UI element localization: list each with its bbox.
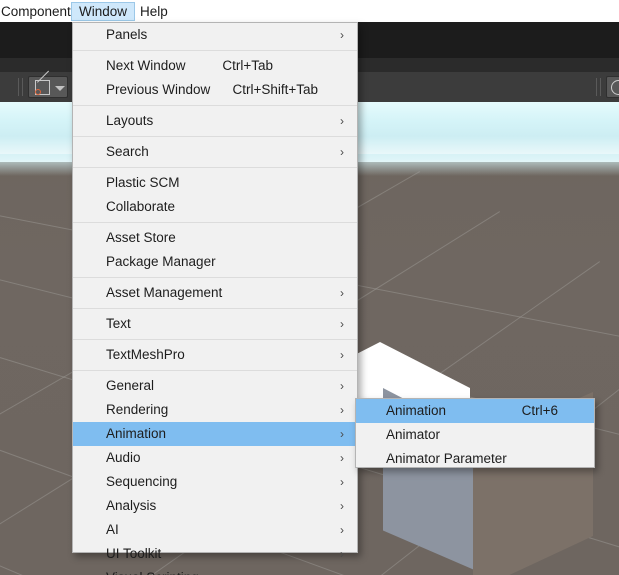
chevron-right-icon: ›	[340, 475, 344, 489]
menu-item-label: Search	[106, 144, 149, 159]
menu-item-label: Analysis	[106, 498, 157, 513]
chevron-right-icon: ›	[340, 523, 344, 537]
chevron-right-icon: ›	[340, 499, 344, 513]
menu-separator	[73, 308, 357, 309]
menu-separator	[73, 370, 357, 371]
submenu-item-animator[interactable]: Animator	[356, 423, 594, 447]
menu-separator	[73, 50, 357, 51]
toolbar-separator-left-2	[22, 78, 23, 96]
menu-item-label: Animator Parameter	[386, 451, 507, 466]
menu-item-label: Asset Store	[106, 230, 176, 245]
menu-item-layouts[interactable]: Layouts ›	[73, 109, 357, 133]
menu-item-shortcut: Ctrl+6	[521, 403, 558, 418]
menu-item-sequencing[interactable]: Sequencing ›	[73, 470, 357, 494]
menu-separator	[73, 339, 357, 340]
menu-item-shortcut: Ctrl+Tab	[222, 58, 273, 73]
menu-item-label: Next Window	[106, 58, 186, 73]
menu-separator	[73, 105, 357, 106]
menubar-item-component[interactable]: Component	[0, 2, 78, 21]
menu-item-label: Rendering	[106, 402, 169, 417]
menu-item-animation[interactable]: Animation ›	[73, 422, 357, 446]
window-dropdown-menu[interactable]: Panels › Next Window Ctrl+Tab Previous W…	[72, 22, 358, 575]
menu-item-visual-scripting[interactable]: Visual Scripting ›	[73, 566, 357, 575]
menubar-item-window[interactable]: Window	[71, 2, 136, 21]
toolbar-separator-left	[18, 78, 19, 96]
menu-item-label: Sequencing	[106, 474, 178, 489]
menu-item-label: General	[106, 378, 155, 393]
menu-item-label: TextMeshPro	[106, 347, 185, 362]
chevron-right-icon: ›	[340, 286, 344, 300]
submenu-item-animator-parameter[interactable]: Animator Parameter	[356, 447, 594, 471]
menu-item-ai[interactable]: AI ›	[73, 518, 357, 542]
menu-bar: Component Window Help	[0, 0, 619, 22]
menu-item-label: Panels	[106, 27, 148, 42]
chevron-right-icon: ›	[340, 28, 344, 42]
menu-item-text[interactable]: Text ›	[73, 312, 357, 336]
toolbar-separator-right-2	[600, 78, 601, 96]
menu-item-next-window[interactable]: Next Window Ctrl+Tab	[73, 54, 357, 78]
menu-item-analysis[interactable]: Analysis ›	[73, 494, 357, 518]
menu-item-label: Layouts	[106, 113, 154, 128]
menu-item-label: Plastic SCM	[106, 175, 180, 190]
pivot-mode-button[interactable]	[28, 76, 68, 98]
chevron-right-icon: ›	[340, 379, 344, 393]
animation-submenu[interactable]: Animation Ctrl+6 Animator Animator Param…	[355, 398, 595, 468]
menu-item-label: Collaborate	[106, 199, 176, 214]
chevron-down-icon[interactable]	[55, 86, 65, 91]
circle-icon	[611, 80, 619, 95]
chevron-right-icon: ›	[340, 547, 344, 561]
menu-item-search[interactable]: Search ›	[73, 140, 357, 164]
menu-item-shortcut: Ctrl+Shift+Tab	[232, 82, 318, 97]
menu-item-plastic-scm[interactable]: Plastic SCM	[73, 171, 357, 195]
menu-item-collaborate[interactable]: Collaborate	[73, 195, 357, 219]
unity-editor-window: CSDN @纯纯的小白 Component Window Help Panels…	[0, 0, 619, 575]
chevron-right-icon: ›	[340, 348, 344, 362]
menu-item-label: Previous Window	[106, 82, 211, 97]
menu-item-general[interactable]: General ›	[73, 374, 357, 398]
chevron-right-icon: ›	[340, 451, 344, 465]
menu-item-label: Animation	[386, 403, 447, 418]
menu-item-audio[interactable]: Audio ›	[73, 446, 357, 470]
menu-item-textmeshpro[interactable]: TextMeshPro ›	[73, 343, 357, 367]
menu-item-asset-store[interactable]: Asset Store	[73, 226, 357, 250]
submenu-item-animation[interactable]: Animation Ctrl+6	[356, 399, 594, 423]
chevron-right-icon: ›	[340, 145, 344, 159]
menu-item-label: AI	[106, 522, 119, 537]
menu-item-label: Package Manager	[106, 254, 216, 269]
toolbar-separator-right	[596, 78, 597, 96]
chevron-right-icon: ›	[340, 114, 344, 128]
menu-item-ui-toolkit[interactable]: UI Toolkit ›	[73, 542, 357, 566]
menu-item-asset-management[interactable]: Asset Management ›	[73, 281, 357, 305]
menu-item-label: Asset Management	[106, 285, 223, 300]
menu-separator	[73, 167, 357, 168]
menu-item-label: Animator	[386, 427, 441, 442]
menubar-item-help[interactable]: Help	[133, 2, 175, 21]
menu-separator	[73, 222, 357, 223]
chevron-right-icon: ›	[340, 427, 344, 441]
menu-item-label: Audio	[106, 450, 141, 465]
menu-item-package-manager[interactable]: Package Manager	[73, 250, 357, 274]
menu-item-label: Visual Scripting	[106, 570, 199, 575]
menu-item-panels[interactable]: Panels ›	[73, 23, 357, 47]
menu-item-label: UI Toolkit	[106, 546, 162, 561]
scene-view-extra-button[interactable]	[606, 76, 619, 98]
menu-separator	[73, 136, 357, 137]
menu-item-rendering[interactable]: Rendering ›	[73, 398, 357, 422]
menu-item-previous-window[interactable]: Previous Window Ctrl+Shift+Tab	[73, 78, 357, 102]
pivot-center-dot-icon	[35, 89, 41, 95]
menu-item-label: Text	[106, 316, 131, 331]
chevron-right-icon: ›	[340, 317, 344, 331]
menu-item-label: Animation	[106, 426, 167, 441]
chevron-right-icon: ›	[340, 403, 344, 417]
menu-separator	[73, 277, 357, 278]
chevron-right-icon: ›	[340, 566, 344, 575]
